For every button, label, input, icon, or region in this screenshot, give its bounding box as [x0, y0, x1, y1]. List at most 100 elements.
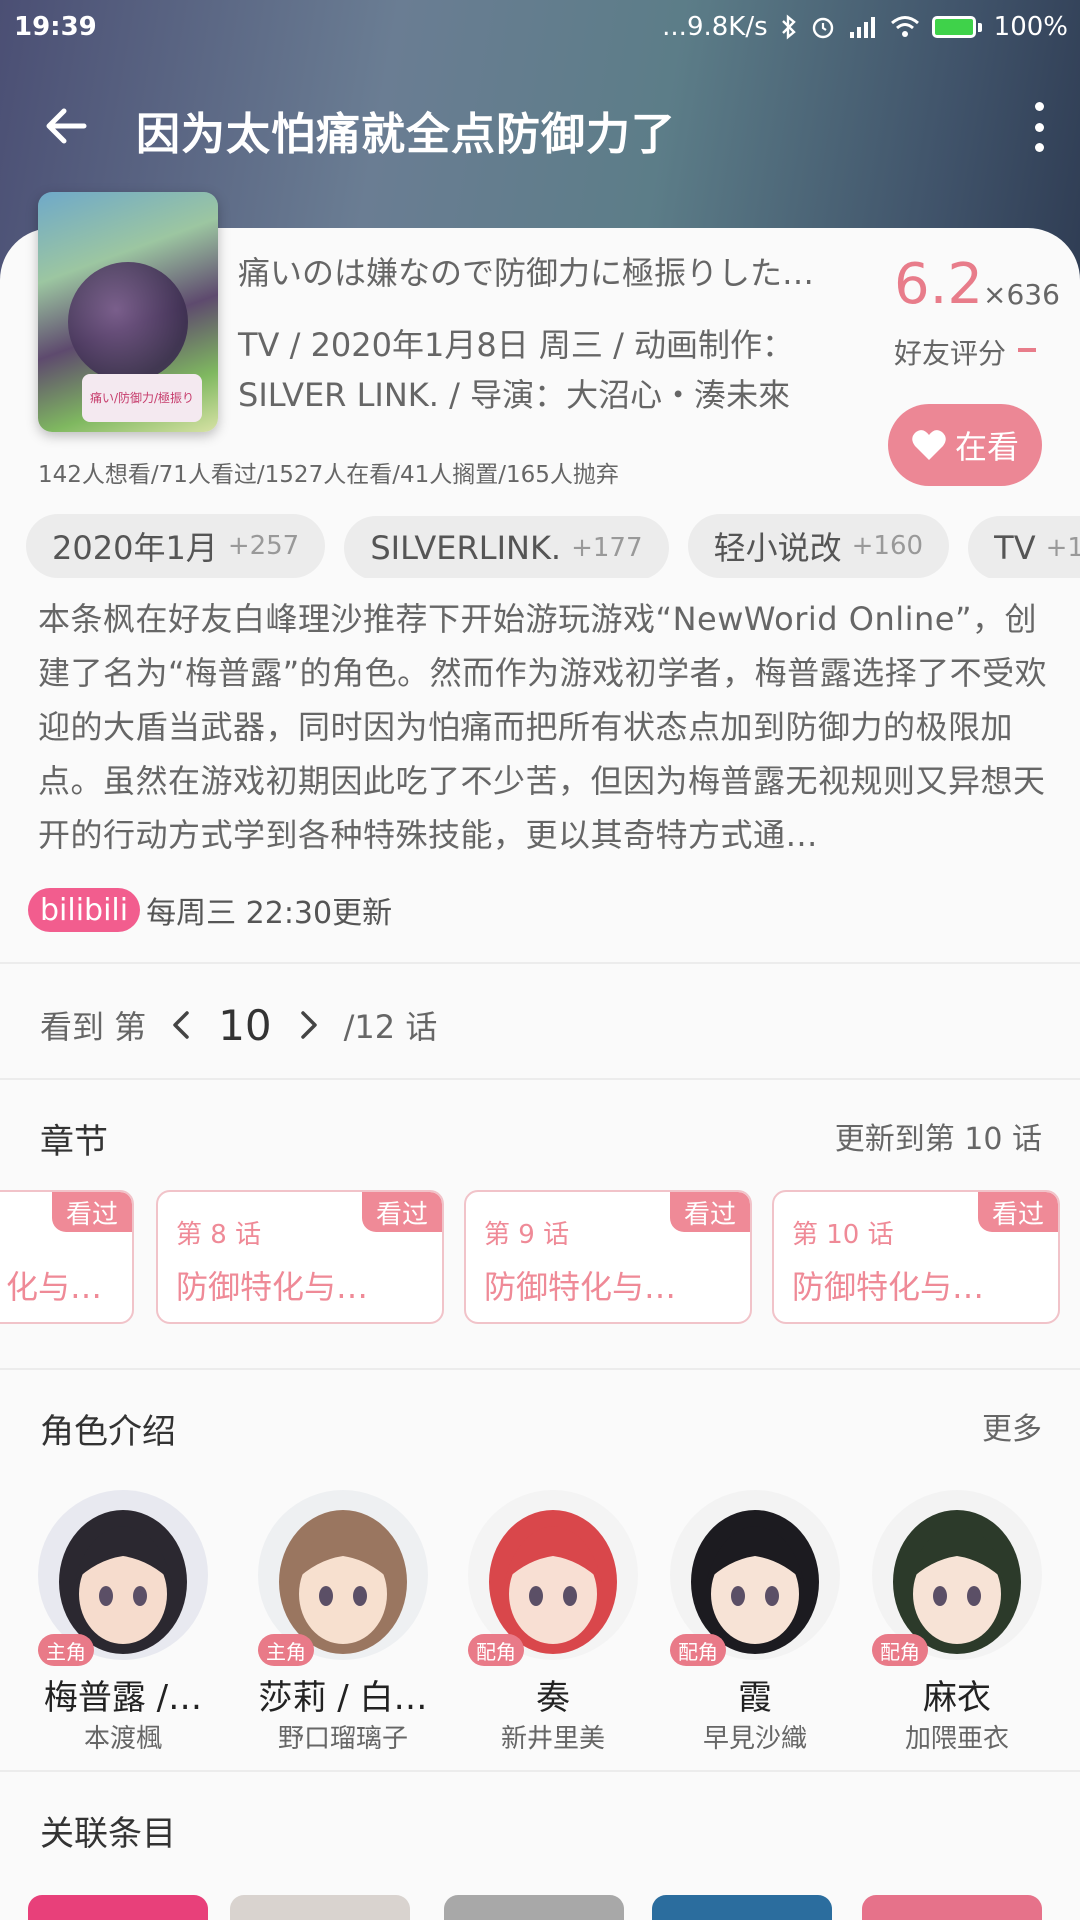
battery-icon	[931, 16, 982, 38]
airing-schedule: 每周三 22:30更新	[146, 896, 393, 931]
tag-count: +177	[571, 533, 643, 563]
character-role-badge: 主角	[38, 1634, 94, 1666]
more-options-icon[interactable]	[1024, 102, 1054, 152]
score-label: 好友评分	[894, 337, 1007, 370]
watched-badge: 看过	[51, 1192, 132, 1232]
character-role-badge: 配角	[468, 1634, 524, 1666]
tag-count: +257	[227, 531, 300, 561]
tag-chip[interactable]: SILVERLINK. +177	[344, 516, 669, 578]
character-name: 麻衣	[923, 1678, 991, 1718]
voice-actor-name: 加隈亜衣	[904, 1724, 1009, 1754]
character-card[interactable]: 配角霞早見沙織	[670, 1490, 870, 1754]
character-name: 霞	[738, 1678, 772, 1718]
wifi-icon	[890, 16, 919, 37]
tag-name: 2020年1月	[52, 529, 218, 567]
episode-name: 防御特化与…	[484, 1268, 677, 1306]
related-item[interactable]	[862, 1895, 1042, 1920]
alarm-icon	[812, 17, 833, 39]
tag-chip[interactable]: 2020年1月 +257	[26, 514, 326, 578]
characters-more-link[interactable]: 更多	[982, 1404, 1042, 1448]
meta-line-1: TV / 2020年1月8日 周三 / 动画制作：	[238, 326, 795, 364]
related-item[interactable]	[230, 1895, 410, 1920]
score-value: 6.2	[894, 252, 984, 317]
status-bar: 19:39 ...9.8K/s 100%	[0, 0, 1080, 60]
tag-chip[interactable]: TV +121	[968, 516, 1080, 578]
tag-chip[interactable]: 轻小说改 +160	[687, 514, 950, 578]
toolbar: 因为太怕痛就全点防御力了	[0, 70, 1080, 180]
related-item[interactable]	[652, 1895, 832, 1920]
subject-meta: TV / 2020年1月8日 周三 / 动画制作： SILVER LINK. /…	[238, 320, 858, 420]
watched-badge: 看过	[977, 1192, 1058, 1232]
tag-list: 2020年1月 +257 SILVERLINK. +177 轻小说改 +160 TV +…	[26, 514, 1080, 578]
watched-badge: 看过	[361, 1192, 442, 1232]
divider	[0, 1078, 1080, 1080]
watched-badge: 看过	[669, 1192, 750, 1232]
tag-count: +121	[1045, 533, 1080, 563]
character-role-badge: 配角	[670, 1634, 726, 1666]
divider	[0, 1770, 1080, 1772]
summary-text[interactable]: 本条枫在好友白峰理沙推荐下开始游玩游戏“NewWorid Online”，创建了…	[38, 592, 1048, 862]
collection-status-button[interactable]: 在看	[888, 404, 1042, 486]
character-name: 奏	[536, 1678, 570, 1718]
episode-name: 防御特化与…	[792, 1268, 985, 1306]
chapters-title: 章节	[40, 1122, 108, 1162]
characters-title: 角色介绍	[40, 1412, 176, 1452]
voice-actor-name: 新井里美	[500, 1724, 605, 1754]
back-arrow-icon[interactable]	[40, 100, 92, 152]
episode-number: 第 10 话	[792, 1220, 894, 1250]
episode-card[interactable]: 看过 第 8 话 防御特化与…	[156, 1190, 444, 1324]
divider	[0, 1368, 1080, 1370]
character-role-badge: 配角	[872, 1634, 928, 1666]
character-card[interactable]: 主角莎莉 / 白… 野口瑠璃子	[258, 1490, 458, 1754]
related-title: 关联条目	[40, 1814, 176, 1854]
current-episode[interactable]: 10	[218, 1001, 271, 1050]
chapters-update-info[interactable]: 更新到第 10 话	[835, 1114, 1042, 1158]
page-title: 因为太怕痛就全点防御力了	[136, 109, 676, 160]
voice-actor-name: 早見沙織	[702, 1724, 807, 1754]
battery-level: 100%	[993, 12, 1068, 42]
heart-icon	[912, 430, 946, 460]
character-name: 梅普露 /…	[43, 1678, 203, 1718]
related-list	[0, 1895, 1080, 1920]
episode-name: 防御特化与…	[176, 1268, 369, 1306]
divider	[0, 962, 1080, 964]
tag-name: 轻小说改	[713, 529, 842, 567]
character-card[interactable]: 配角奏新井里美	[468, 1490, 668, 1754]
episode-card[interactable]: 看过 第 9 话 防御特化与…	[464, 1190, 752, 1324]
status-button-label: 在看	[954, 428, 1019, 466]
voice-actor-name: 本渡楓	[83, 1724, 162, 1754]
character-list: 主角 梅普露 /… 本渡楓 主角 莎莉 / 白… 野口瑠璃子 配角奏新井里美 配角霞早見沙織配…	[0, 1490, 1080, 1760]
network-speed: ...9.8K/s	[662, 12, 768, 42]
total-episodes: /12 话	[343, 1008, 438, 1046]
score-count: ×636	[983, 278, 1060, 311]
original-title: 痛いのは嫌なので防御力に極振りした…	[238, 254, 815, 292]
cover-logo: 痛い/防御力/極振り	[82, 374, 202, 422]
episode-name: 化与…	[6, 1268, 103, 1306]
bluetooth-icon	[781, 14, 796, 40]
platform-badge[interactable]: bilibili	[28, 888, 141, 932]
episode-card[interactable]: 看过 化与…	[0, 1190, 134, 1324]
character-name: 莎莉 / 白…	[258, 1678, 428, 1718]
cover-image[interactable]: 痛い/防御力/極振り	[38, 192, 218, 432]
meta-line-2: SILVER LINK. / 导演：大沼心・湊未來	[238, 376, 791, 414]
character-card[interactable]: 主角梅普露 /… 本渡楓	[38, 1490, 238, 1754]
character-card[interactable]: 配角麻衣加隈亜衣	[872, 1490, 1072, 1754]
score-trend-dash	[1018, 348, 1036, 352]
chevron-left-icon[interactable]	[162, 1005, 202, 1045]
tag-count: +160	[851, 531, 924, 561]
episode-number: 第 8 话	[176, 1220, 262, 1250]
episode-card[interactable]: 看过 第 10 话 防御特化与…	[772, 1190, 1060, 1324]
voice-actor-name: 野口瑠璃子	[277, 1724, 408, 1754]
episode-list: 看过 化与… 看过 第 8 话 防御特化与… 看过 第 9 话 防御特化与… 看…	[0, 1190, 1080, 1324]
chevron-right-icon[interactable]	[288, 1005, 328, 1045]
episode-number: 第 9 话	[484, 1220, 570, 1250]
signal-icon	[849, 17, 875, 38]
collection-stats: 142人想看/71人看过/1527人在看/41人搁置/165人抛弃	[38, 462, 619, 488]
status-time: 19:39	[14, 12, 97, 42]
related-item[interactable]	[28, 1895, 208, 1920]
tag-name: TV	[994, 529, 1036, 567]
progress-prefix: 看到 第	[40, 1008, 147, 1046]
related-item[interactable]	[444, 1895, 624, 1920]
character-role-badge: 主角	[258, 1634, 314, 1666]
tag-name: SILVERLINK.	[370, 529, 562, 567]
